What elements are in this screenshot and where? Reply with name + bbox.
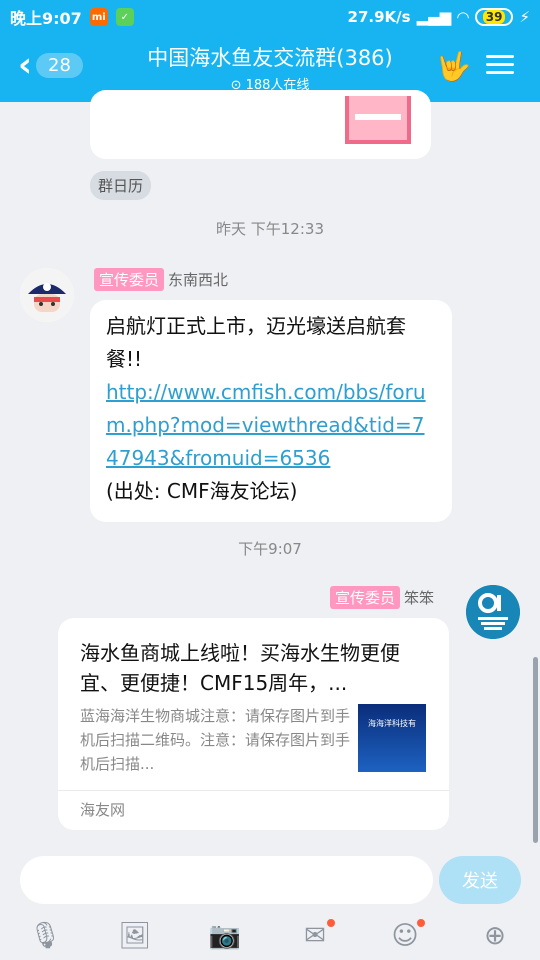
status-bar: 晚上9:07 mi ✓ 27.9K/s ▂▄▆ ◠ 39 ⚡ <box>0 0 540 34</box>
message-text: 启航灯正式上市，迈光壕送启航套餐!! <box>106 314 406 371</box>
share-title: 海水鱼商城上线啦！买海水生物更便宜、更便捷！CMF15周年，... <box>80 641 400 695</box>
timestamp: 昨天 下午12:33 <box>216 220 324 238</box>
avatar[interactable] <box>20 268 74 322</box>
thumbnail-text: 海海洋科技有 <box>368 719 416 728</box>
mi-icon: mi <box>89 8 108 26</box>
share-description: 蓝海海洋生物商城注意：请保存图片到手机后扫描二维码。注意：请保存图片到手机后扫描… <box>80 707 351 773</box>
battery-level: 39 <box>482 10 506 24</box>
cake-icon <box>345 96 411 144</box>
share-thumbnail: 海海洋科技有 <box>358 704 426 772</box>
charging-icon: ⚡ <box>519 8 530 26</box>
image-icon[interactable]: 🖼 <box>115 921 155 951</box>
hand-gesture-icon[interactable]: 🤟 <box>436 50 471 83</box>
message-bubble[interactable]: 启航灯正式上市，迈光壕送启航套餐!! http://www.cmfish.com… <box>90 300 452 522</box>
menu-icon[interactable] <box>486 50 514 79</box>
shield-icon: ✓ <box>115 8 134 26</box>
sender-name[interactable]: 东南西北 <box>168 269 228 290</box>
calendar-card[interactable] <box>90 90 431 159</box>
sender-line: 宣传委员 笨笨 <box>330 586 434 609</box>
signal-icon: ▂▄▆ <box>416 8 452 26</box>
scrollbar[interactable] <box>533 657 538 843</box>
message-input[interactable] <box>20 856 433 904</box>
benben-avatar-icon <box>466 585 520 639</box>
net-speed: 27.9K/s <box>347 8 411 26</box>
mic-icon[interactable]: 🎙 <box>25 921 65 951</box>
chat-toolbar: 🎙 🖼 📷 ✉ ☺ ⊕ <box>0 912 540 960</box>
input-row: 发送 <box>0 850 540 912</box>
share-source: 海友网 <box>58 790 449 830</box>
role-badge: 宣传委员 <box>330 586 401 609</box>
message-source: (出处: CMF海友论坛) <box>106 479 298 503</box>
sender-name[interactable]: 笨笨 <box>404 587 434 608</box>
status-time: 晚上9:07 <box>10 9 82 28</box>
timestamp: 下午9:07 <box>238 540 302 558</box>
message-link[interactable]: http://www.cmfish.com/bbs/forum.php?mod=… <box>106 380 426 470</box>
role-badge: 宣传委员 <box>94 268 165 291</box>
share-card[interactable]: 海水鱼商城上线啦！买海水生物更便宜、更便捷！CMF15周年，... 蓝海海洋生物… <box>58 618 449 830</box>
battery-icon: 39 <box>474 8 514 26</box>
pirate-avatar-icon <box>20 268 74 322</box>
notification-dot <box>327 919 335 927</box>
redpacket-icon[interactable]: ✉ <box>295 919 335 951</box>
wifi-icon: ◠ <box>457 8 469 26</box>
notification-dot <box>417 919 425 927</box>
emoji-icon[interactable]: ☺ <box>385 919 425 951</box>
calendar-chip[interactable]: 群日历 <box>90 171 152 200</box>
send-button[interactable]: 发送 <box>439 856 521 904</box>
camera-icon[interactable]: 📷 <box>205 921 245 951</box>
avatar[interactable] <box>466 585 520 639</box>
plus-icon[interactable]: ⊕ <box>475 921 515 951</box>
sender-line: 宣传委员 东南西北 <box>94 268 228 291</box>
